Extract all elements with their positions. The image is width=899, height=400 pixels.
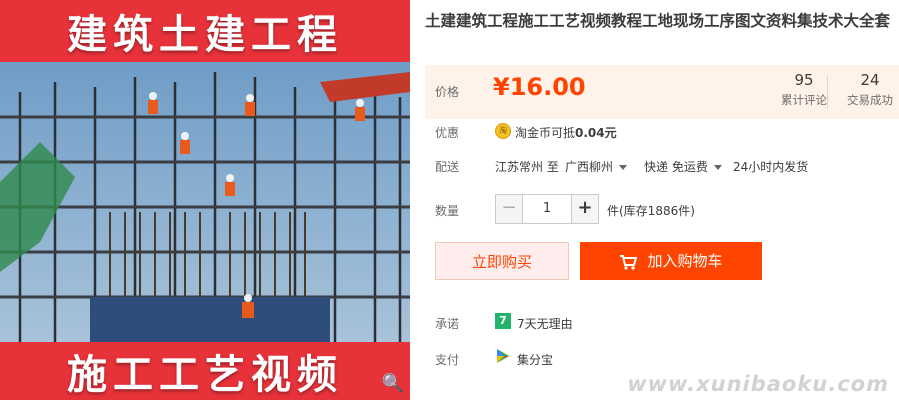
product-title: 土建建筑工程施工工艺视频教程工地现场工序图文资料集技术大全套	[425, 12, 891, 30]
quantity-label: 数量	[435, 204, 460, 218]
ship-from: 江苏常州 至	[495, 160, 559, 174]
reviews-stat[interactable]: 95 累计评论	[769, 71, 839, 108]
reviews-count: 95	[794, 71, 814, 89]
decrement-button[interactable]: −	[496, 195, 522, 223]
increment-button[interactable]: +	[572, 195, 598, 223]
discount-text: 淘金币可抵0.04元	[515, 124, 617, 141]
cart-icon	[620, 254, 638, 270]
reviews-label: 累计评论	[781, 93, 827, 107]
discount-amount: 0.04元	[575, 126, 617, 140]
payment-label: 支付	[435, 353, 460, 367]
chevron-down-icon	[619, 165, 628, 170]
promise-text[interactable]: 7天无理由	[517, 315, 573, 332]
trades-count: 24	[860, 71, 880, 89]
quantity-input[interactable]: 1	[522, 195, 572, 223]
add-to-cart-button[interactable]: 加入购物车	[580, 242, 762, 280]
price-label: 价格	[435, 85, 460, 99]
promise-label: 承诺	[435, 317, 460, 331]
price-value: ¥16.00	[493, 73, 586, 101]
stat-divider	[827, 75, 828, 109]
payment-text: 集分宝	[517, 353, 554, 367]
zoom-icon[interactable]: 🔍	[382, 373, 404, 394]
discount-prefix: 淘金币可抵	[515, 126, 576, 140]
discount-label: 优惠	[435, 126, 460, 140]
product-image[interactable]: 建筑土建工程 施工工艺视频 🔍	[0, 0, 410, 400]
trades-stat[interactable]: 24 交易成功	[835, 71, 899, 108]
ship-method-select[interactable]: 快递 免运费	[644, 158, 722, 175]
taobao-coin-icon: 淘	[495, 123, 511, 139]
seven-day-return-icon: 7	[495, 313, 511, 329]
chevron-down-icon	[713, 165, 722, 170]
product-details: 土建建筑工程施工工艺视频教程工地现场工序图文资料集技术大全套 价格 ¥16.00…	[425, 0, 899, 400]
stock-info: 件(库存1886件)	[607, 204, 695, 218]
construction-photo	[0, 62, 410, 342]
trades-label: 交易成功	[847, 93, 893, 107]
quantity-stepper: − 1 +	[495, 194, 599, 224]
image-bottom-banner: 施工工艺视频	[0, 342, 410, 400]
dispatch-time: 24小时内发货	[733, 160, 809, 174]
price-box: 价格 ¥16.00 95 累计评论 24 交易成功	[425, 65, 899, 119]
ship-to-select[interactable]: 广西柳州	[565, 158, 628, 175]
shipping-label: 配送	[435, 160, 460, 174]
ship-to-text: 广西柳州	[565, 160, 614, 174]
watermark: www.xunibaoku.com	[627, 372, 889, 396]
jifenbao-icon	[497, 349, 509, 363]
add-to-cart-label: 加入购物车	[647, 252, 723, 270]
buy-now-button[interactable]: 立即购买	[435, 242, 569, 280]
ship-method-text: 快递 免运费	[644, 160, 708, 174]
image-top-banner: 建筑土建工程	[0, 0, 410, 62]
